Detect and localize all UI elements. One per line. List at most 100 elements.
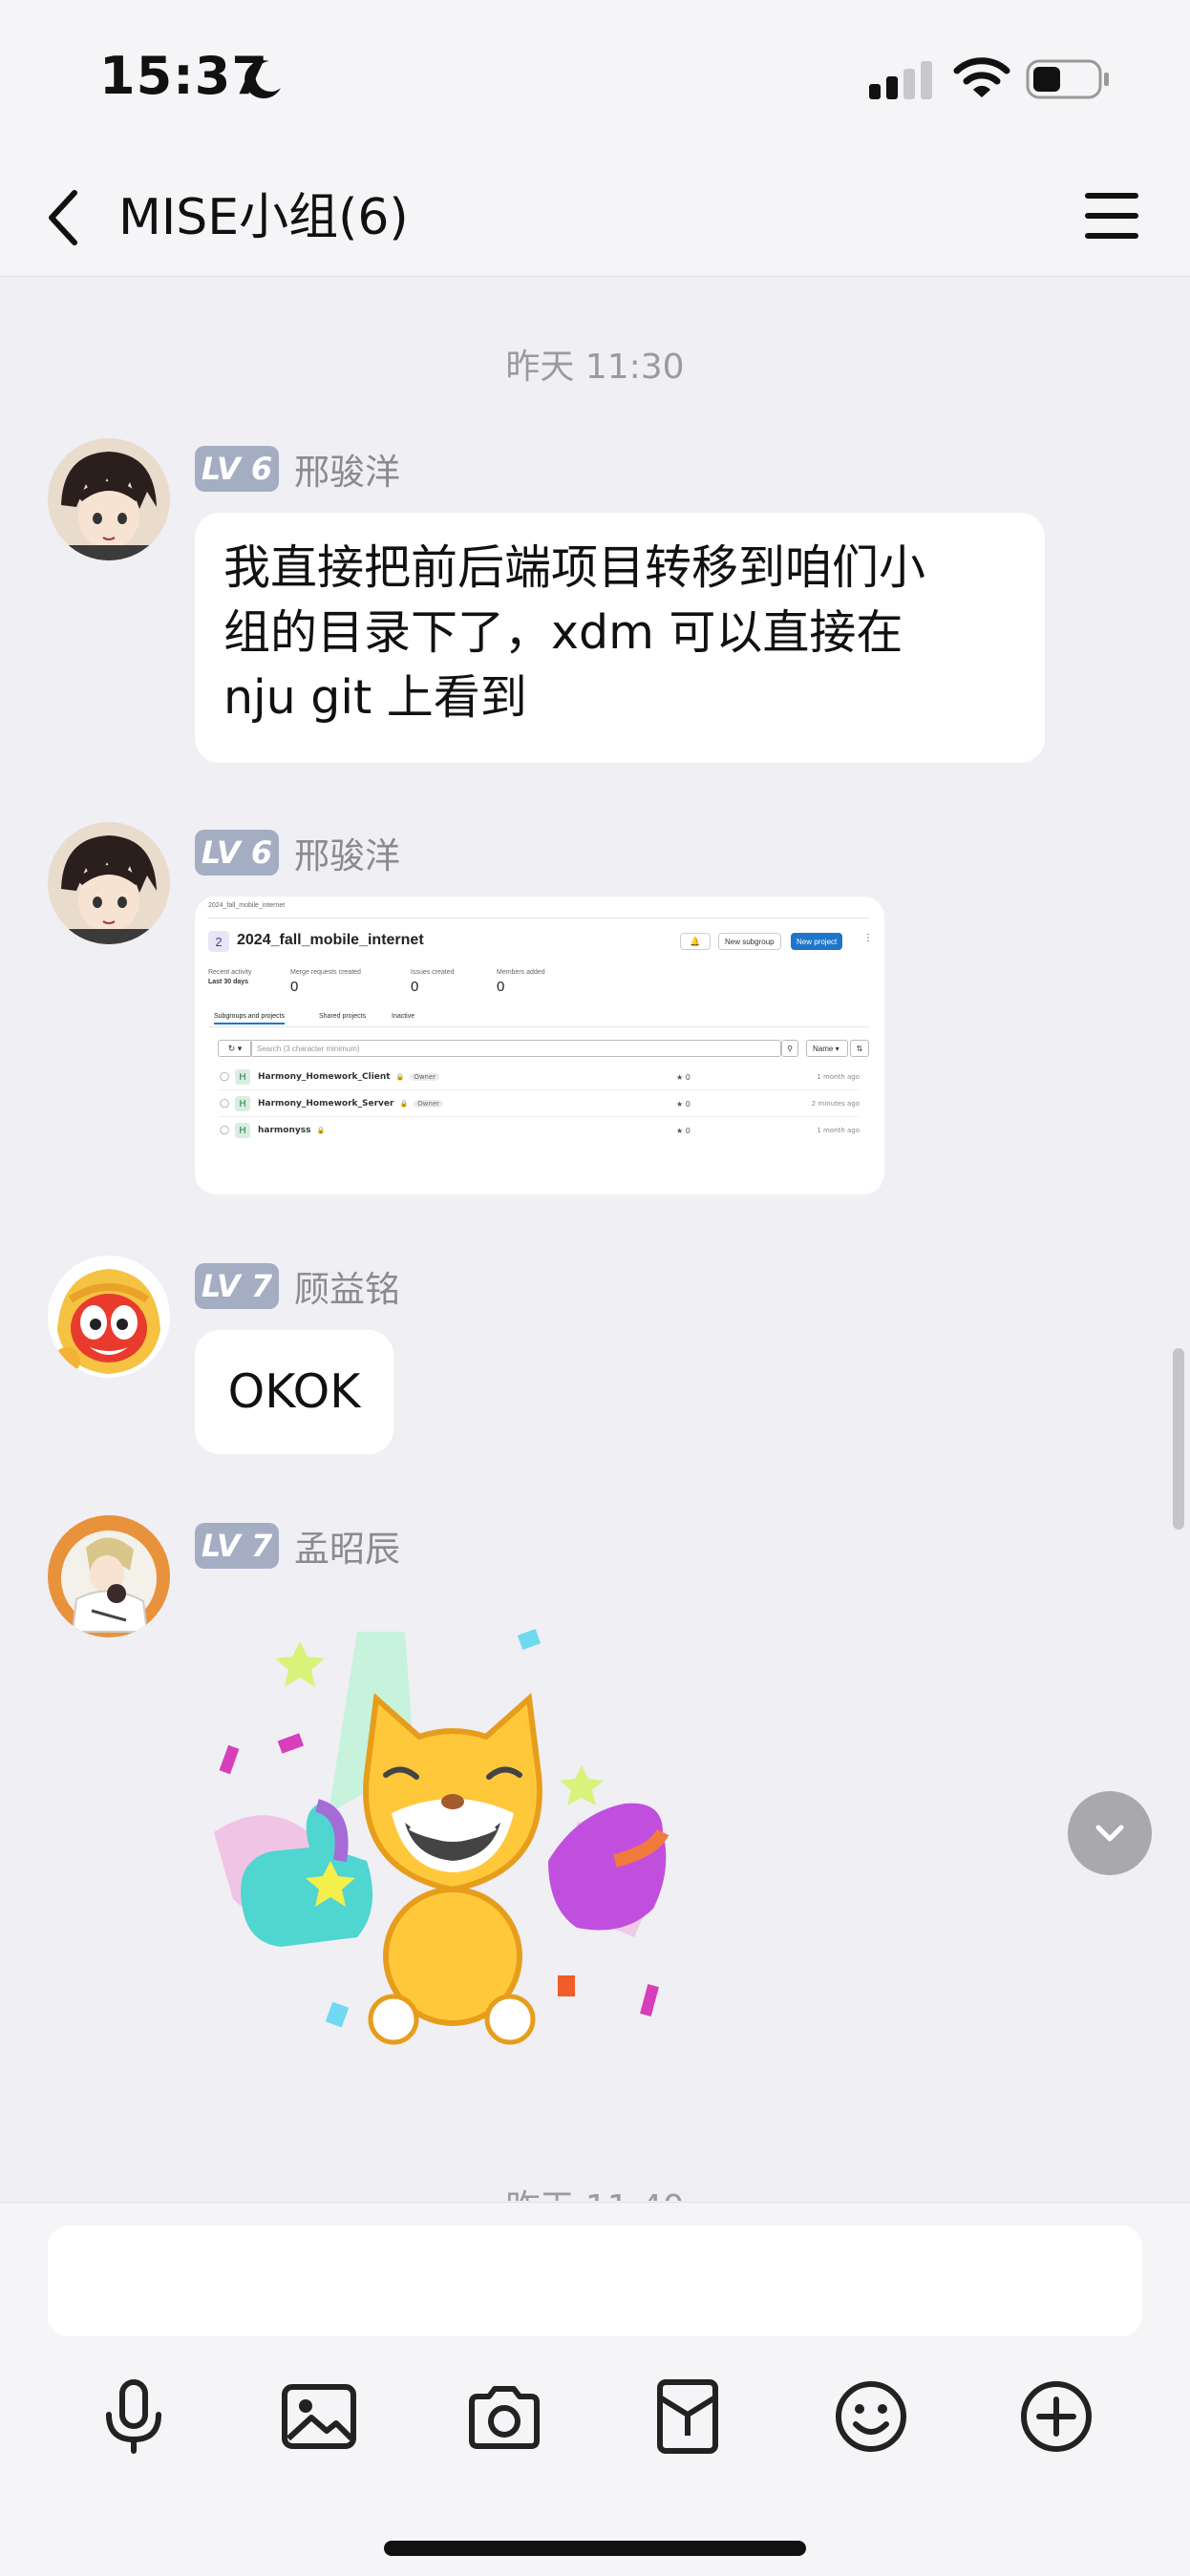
level-badge: LV 7 — [195, 1523, 279, 1569]
more-button[interactable] — [1009, 2369, 1104, 2464]
table-row: ◯ H harmonyss 🔒 ★ 0 1 month ago — [220, 1118, 860, 1143]
gitlab-tab: Subgroups and projects — [214, 1013, 285, 1024]
role-badge: Owner — [410, 1073, 440, 1081]
more-options-icon: ⋮ — [863, 933, 873, 943]
chat-nav-bar: MISE小组(6) — [0, 153, 1190, 277]
table-row: ◯ H Harmony_Homework_Client 🔒 Owner ★ 0 … — [220, 1065, 860, 1089]
divider — [220, 1089, 860, 1090]
lock-icon: 🔒 — [395, 1073, 405, 1081]
updated-time: 1 month ago — [817, 1073, 860, 1081]
voice-button[interactable] — [86, 2369, 181, 2464]
chat-scrollbar[interactable] — [1173, 1348, 1184, 1530]
image-icon — [282, 2384, 356, 2449]
avatar-monkey-king-icon — [48, 1256, 170, 1378]
stat-value: 0 — [290, 979, 299, 995]
project-name: Harmony_Homework_Client — [258, 1072, 391, 1082]
chat-input-panel — [0, 2202, 1190, 2576]
updated-time: 1 month ago — [817, 1127, 860, 1134]
red-packet-icon — [657, 2379, 718, 2454]
camera-icon — [469, 2386, 540, 2449]
new-subgroup-button: New subgroup — [718, 933, 781, 950]
gitlab-tab: Shared projects — [319, 1013, 367, 1020]
avatar[interactable] — [48, 438, 170, 560]
gitlab-search-box: Search (3 character minimum) — [250, 1040, 781, 1057]
stat-label: Issues created — [411, 969, 455, 976]
project-name: Harmony_Homework_Server — [258, 1099, 394, 1109]
message-text-line: 组的目录下了，xdm 可以直接在 — [223, 605, 903, 660]
expand-icon: ◯ — [220, 1099, 230, 1109]
history-dropdown: ↻ ▾ — [218, 1040, 252, 1057]
star-count: 0 — [685, 1072, 691, 1082]
project-name: harmonyss — [258, 1126, 311, 1135]
emoji-button[interactable] — [823, 2369, 919, 2464]
avatar-boy-icon — [48, 438, 170, 560]
moon-icon — [244, 60, 281, 99]
photo-button[interactable] — [271, 2369, 367, 2464]
stat-label: Members added — [497, 969, 545, 976]
message-text-line: nju git 上看到 — [223, 670, 527, 725]
avatar[interactable] — [48, 1515, 170, 1637]
message-sender: LV 7 孟昭辰 — [195, 1521, 400, 1571]
level-badge: LV 7 — [195, 1263, 279, 1309]
avatar-anime-icon — [48, 1515, 170, 1637]
sender-name[interactable]: 邢骏洋 — [294, 443, 400, 495]
message-sender: LV 6 邢骏洋 — [195, 444, 400, 494]
cellular-signal-icon — [869, 61, 932, 99]
table-row: ◯ H Harmony_Homework_Server 🔒 Owner ★ 0 … — [220, 1091, 860, 1116]
group-avatar: 2 — [208, 931, 229, 952]
message-bubble[interactable]: 我直接把前后端项目转移到咱们小 组的目录下了，xdm 可以直接在 nju git… — [195, 513, 1045, 763]
back-button[interactable] — [38, 179, 96, 256]
microphone-icon — [106, 2379, 161, 2454]
scroll-to-bottom-button[interactable] — [1068, 1791, 1152, 1875]
group-name: 2024_fall_mobile_internet — [237, 932, 424, 948]
search-icon: ⚲ — [781, 1040, 798, 1057]
star-count: 0 — [685, 1099, 691, 1109]
image-message[interactable]: 2024_fall_mobile_internet 2 2024_fall_mo… — [195, 897, 884, 1194]
stat-value: 0 — [411, 979, 419, 995]
message-sender: LV 7 顾益铭 — [195, 1261, 400, 1311]
lock-icon: 🔒 — [316, 1127, 326, 1134]
thumbs-up-cat-sticker-icon[interactable] — [214, 1622, 705, 2056]
chat-message-list[interactable]: 昨天 11:30 LV 6 邢骏洋 我直接把前后端项目转移到咱们小 组的目录下了… — [0, 278, 1190, 2201]
stat-value: 0 — [497, 979, 505, 995]
avatar[interactable] — [48, 1256, 170, 1378]
level-badge: LV 6 — [195, 830, 279, 876]
status-bar: 15:37 — [0, 0, 1190, 153]
sort-dropdown: Name ▾ — [806, 1040, 848, 1057]
camera-button[interactable] — [457, 2369, 552, 2464]
divider — [220, 1116, 860, 1117]
message-input[interactable] — [48, 2226, 1142, 2336]
divider — [208, 1026, 869, 1027]
battery-icon — [1026, 59, 1109, 99]
sender-name[interactable]: 孟昭辰 — [294, 1520, 400, 1572]
message-sender: LV 6 邢骏洋 — [195, 828, 400, 877]
updated-time: 2 minutes ago — [811, 1100, 860, 1108]
red-packet-button[interactable] — [640, 2369, 735, 2464]
gitlab-breadcrumb: 2024_fall_mobile_internet — [208, 902, 286, 909]
sort-direction-icon: ⇅ — [850, 1040, 869, 1057]
message-bubble[interactable]: OKOK — [195, 1330, 393, 1454]
sender-name[interactable]: 顾益铭 — [294, 1260, 400, 1312]
smiley-icon — [836, 2381, 906, 2452]
lock-icon: 🔒 — [399, 1100, 409, 1108]
new-project-button: New project — [791, 933, 843, 950]
expand-icon: ◯ — [220, 1072, 230, 1082]
plus-icon — [1021, 2381, 1092, 2452]
home-indicator — [384, 2541, 806, 2556]
stat-label: Merge requests created — [290, 969, 361, 976]
message-timestamp: 昨天 11:40 — [0, 2180, 1190, 2201]
star-count: 0 — [685, 1126, 691, 1135]
sort-label: Name — [813, 1044, 834, 1053]
chat-title: MISE小组(6) — [118, 189, 409, 246]
message-text-line: 我直接把前后端项目转移到咱们小 — [223, 540, 926, 595]
stat-label: Recent activity — [208, 969, 252, 976]
menu-button[interactable] — [1077, 181, 1146, 250]
sender-name[interactable]: 邢骏洋 — [294, 827, 400, 878]
level-badge: LV 6 — [195, 446, 279, 492]
project-avatar: H — [235, 1096, 250, 1111]
avatar[interactable] — [48, 822, 170, 944]
message-timestamp: 昨天 11:30 — [505, 348, 685, 387]
role-badge: Owner — [414, 1100, 444, 1108]
project-avatar: H — [235, 1069, 250, 1085]
wifi-icon — [953, 57, 1010, 97]
